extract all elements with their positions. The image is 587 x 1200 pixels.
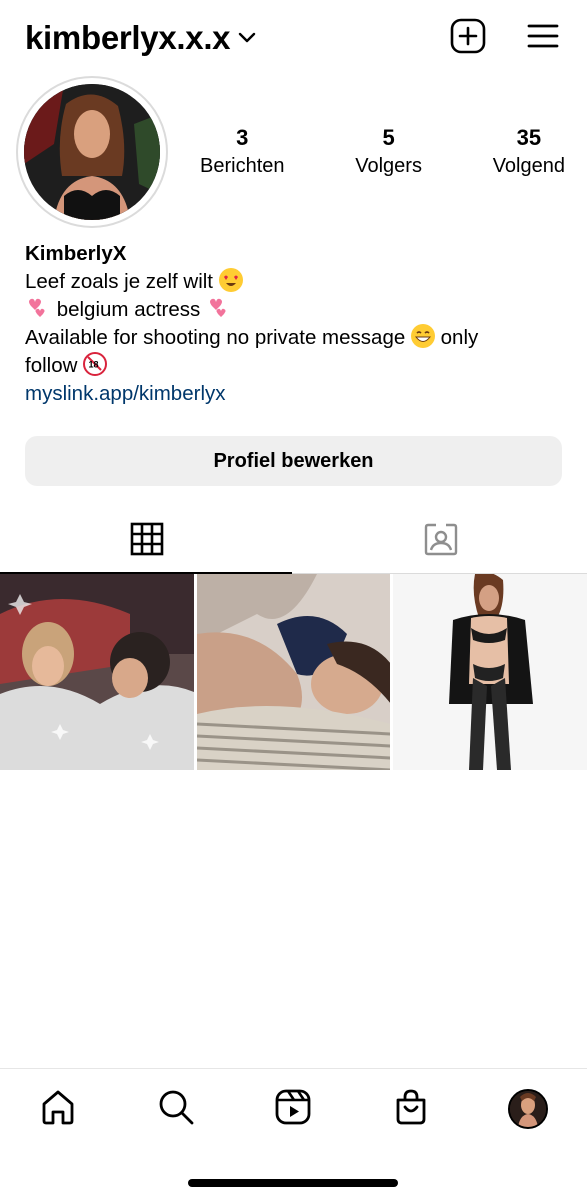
revolving-hearts-emoji-icon [25,296,51,320]
svg-text:18: 18 [89,360,99,370]
display-name: KimberlyX [25,242,127,265]
post-thumbnail[interactable] [196,574,391,770]
stat-count: 5 [382,125,395,150]
grid-icon [130,522,164,561]
bio-link[interactable]: myslink.app/kimberlyx [25,380,565,408]
heart-eyes-emoji-icon [218,268,243,292]
stat-label: Volgend [492,155,565,177]
bio-text: Leef zoals je zelf wilt [25,270,214,293]
stat-count: 3 [236,125,249,150]
bio-line: belgium actress [25,296,565,324]
revolving-hearts-emoji-icon [206,296,232,320]
posts-grid [0,574,587,770]
profile-bio: KimberlyX Leef zoals je zelf wilt belgiu… [25,240,565,408]
stat-count: 35 [516,125,542,150]
profile-avatar-ring[interactable] [16,76,168,228]
profile-tabs [0,510,587,574]
bio-line: Leef zoals je zelf wilt [25,268,565,296]
shop-bag-icon [392,1088,430,1131]
stat-followers[interactable]: 5 Volgers [355,124,422,180]
tab-posts[interactable] [0,510,293,574]
stat-label: Volgers [355,155,422,177]
home-icon [39,1088,77,1131]
edit-profile-button[interactable]: Profiel bewerken [25,436,562,486]
create-post-button[interactable] [448,18,488,58]
bio-text: Available for shooting no private messag… [25,326,406,349]
bio-line: follow 18 [25,352,565,380]
account-switcher[interactable]: kimberlyx.x.x [25,18,256,58]
stat-posts[interactable]: 3 Berichten [200,124,285,180]
post-thumbnail[interactable] [0,574,194,770]
profile-header: kimberlyx.x.x [0,0,587,78]
stat-following[interactable]: 35 Volgend [493,124,565,180]
bio-text: follow [25,354,78,377]
search-icon [157,1088,195,1131]
nav-search[interactable] [154,1087,198,1131]
tagged-person-icon [423,521,459,562]
profile-avatar [508,1089,548,1129]
bio-line: Available for shooting no private messag… [25,324,565,352]
nav-home[interactable] [36,1087,80,1131]
username: kimberlyx.x.x [25,19,231,56]
tab-tagged[interactable] [294,510,587,573]
bio-text: belgium actress [56,298,201,321]
plus-square-icon [450,18,486,59]
stat-label: Berichten [200,155,285,177]
hamburger-menu-icon [526,22,560,55]
nav-profile[interactable] [506,1087,550,1131]
menu-button[interactable] [523,18,563,58]
chevron-down-icon [238,31,256,49]
bio-text: only [440,326,479,349]
reels-icon [274,1088,312,1131]
home-indicator [188,1179,398,1187]
profile-stats: 3 Berichten 5 Volgers 35 Volgend [200,124,575,180]
post-thumbnail[interactable] [393,574,587,770]
profile-avatar [24,84,160,220]
grinning-emoji-icon [410,324,435,348]
no-under-18-emoji-icon: 18 [83,352,108,376]
nav-reels[interactable] [271,1087,315,1131]
nav-shop[interactable] [389,1087,433,1131]
